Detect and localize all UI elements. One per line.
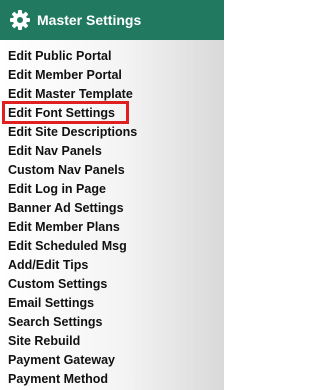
menu-item-payment-method[interactable]: Payment Method xyxy=(0,370,224,389)
menu-item-site-rebuild[interactable]: Site Rebuild xyxy=(0,332,224,351)
menu-item-edit-public-portal[interactable]: Edit Public Portal xyxy=(0,47,224,66)
menu-item-edit-scheduled-msg[interactable]: Edit Scheduled Msg xyxy=(0,237,224,256)
menu-item-search-settings[interactable]: Search Settings xyxy=(0,313,224,332)
menu-item-edit-member-plans[interactable]: Edit Member Plans xyxy=(0,218,224,237)
menu-item-email-settings[interactable]: Email Settings xyxy=(0,294,224,313)
menu-item-edit-font-settings[interactable]: Edit Font Settings xyxy=(0,104,224,123)
menu-item-banner-ad-settings[interactable]: Banner Ad Settings xyxy=(0,199,224,218)
menu-item-edit-member-portal[interactable]: Edit Member Portal xyxy=(0,66,224,85)
menu-item-add-edit-tips[interactable]: Add/Edit Tips xyxy=(0,256,224,275)
settings-menu: Edit Public Portal Edit Member Portal Ed… xyxy=(0,47,224,389)
panel-header: Master Settings xyxy=(0,0,224,40)
menu-item-custom-settings[interactable]: Custom Settings xyxy=(0,275,224,294)
menu-item-custom-nav-panels[interactable]: Custom Nav Panels xyxy=(0,161,224,180)
menu-item-edit-nav-panels[interactable]: Edit Nav Panels xyxy=(0,142,224,161)
panel-title: Master Settings xyxy=(37,12,142,28)
gear-icon xyxy=(9,9,31,31)
menu-item-edit-master-template[interactable]: Edit Master Template xyxy=(0,85,224,104)
master-settings-panel: Master Settings Edit Public Portal Edit … xyxy=(0,0,224,390)
menu-item-edit-log-in-page[interactable]: Edit Log in Page xyxy=(0,180,224,199)
menu-item-payment-gateway[interactable]: Payment Gateway xyxy=(0,351,224,370)
menu-item-edit-site-descriptions[interactable]: Edit Site Descriptions xyxy=(0,123,224,142)
